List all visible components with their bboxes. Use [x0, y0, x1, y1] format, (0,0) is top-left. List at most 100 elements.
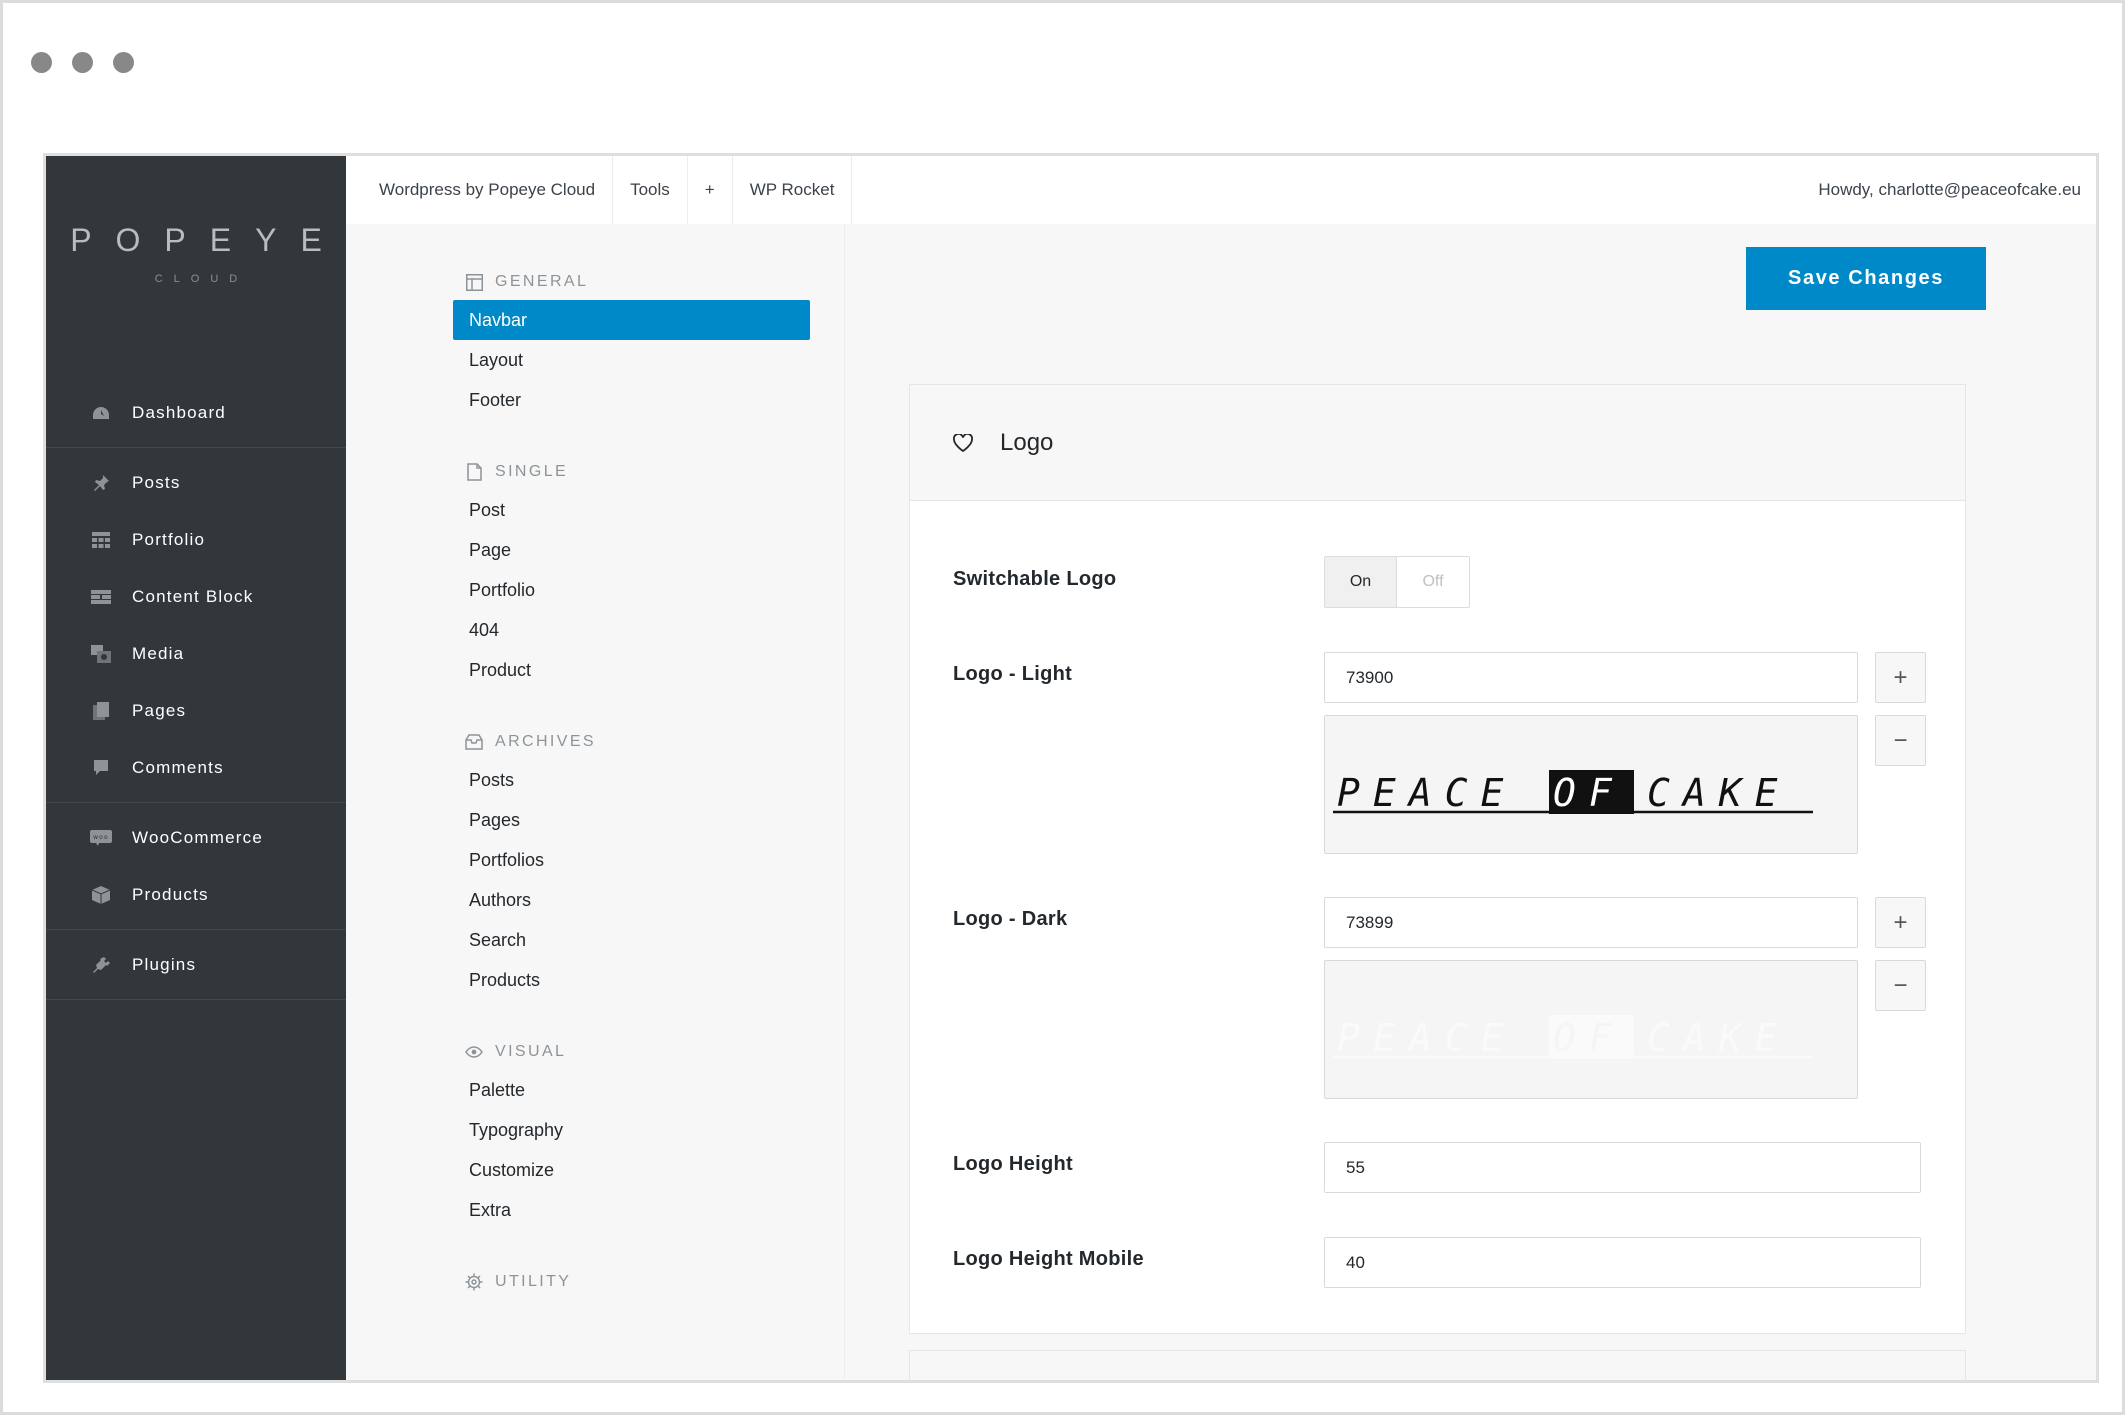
subnav-item-footer[interactable]: Footer: [453, 380, 810, 420]
plus-icon: +: [1893, 663, 1908, 691]
woo-icon: woo: [90, 829, 112, 847]
topbar-tools-link[interactable]: Tools: [613, 156, 688, 224]
layout-icon: [465, 273, 483, 291]
logo-height-mobile-input[interactable]: 40: [1324, 1237, 1921, 1288]
topbar-new-button[interactable]: +: [688, 156, 733, 224]
save-changes-button[interactable]: Save Changes: [1746, 247, 1986, 310]
card-title: Logo: [1000, 428, 1054, 456]
svg-text:CAKE: CAKE: [1647, 1016, 1791, 1060]
logo-dark-preview: PEACE OF CAKE: [1324, 960, 1858, 1099]
topbar-account-link[interactable]: Howdy, charlotte@peaceofcake.eu: [1818, 180, 2096, 200]
subnav-item-palette[interactable]: Palette: [453, 1070, 810, 1110]
sidebar-item-products[interactable]: Products: [46, 866, 346, 923]
admin-sidebar: POPEYE CLOUD Dashboard Posts Portfolio C…: [46, 156, 346, 1380]
dashboard-icon: [90, 404, 112, 422]
subnav-item-search[interactable]: Search: [453, 920, 810, 960]
brand-logo[interactable]: POPEYE CLOUD: [46, 222, 346, 285]
block-icon: [90, 588, 112, 606]
grid-icon: [90, 531, 112, 549]
logo-light-input[interactable]: 73900: [1324, 652, 1858, 703]
subnav-item-page[interactable]: Page: [453, 530, 810, 570]
svg-text:PEACE: PEACE: [1337, 771, 1516, 815]
subnav-item-post[interactable]: Post: [453, 490, 810, 530]
sidebar-divider: [46, 929, 346, 930]
subnav-item-navbar[interactable]: Navbar: [453, 300, 810, 340]
logo-dark-label: Logo - Dark: [953, 908, 1068, 930]
peace-of-cake-logo-dark: PEACE OF CAKE: [1333, 1015, 1813, 1060]
sidebar-item-label: Dashboard: [132, 402, 226, 422]
sidebar-item-plugins[interactable]: Plugins: [46, 936, 346, 993]
svg-text:woo: woo: [93, 834, 109, 841]
logo-height-label: Logo Height: [953, 1153, 1073, 1175]
sidebar-item-pages[interactable]: Pages: [46, 682, 346, 739]
svg-text:OF: OF: [1553, 771, 1625, 815]
sidebar-item-label: Comments: [132, 757, 224, 777]
switchable-logo-label: Switchable Logo: [953, 568, 1117, 590]
subnav-item-products[interactable]: Products: [453, 960, 810, 1000]
document-icon: [465, 463, 483, 481]
svg-text:PEACE: PEACE: [1337, 1016, 1516, 1060]
sidebar-item-label: Portfolio: [132, 529, 206, 549]
subnav-item-404[interactable]: 404: [453, 610, 810, 650]
subnav-item-authors[interactable]: Authors: [453, 880, 810, 920]
svg-text:OF: OF: [1553, 1016, 1625, 1060]
sidebar-item-woocommerce[interactable]: woo WooCommerce: [46, 809, 346, 866]
subnav-item-pages[interactable]: Pages: [453, 800, 810, 840]
sidebar-item-dashboard[interactable]: Dashboard: [46, 384, 346, 441]
subnav-item-product[interactable]: Product: [453, 650, 810, 690]
logo-light-label: Logo - Light: [953, 663, 1073, 685]
window-dot[interactable]: [72, 52, 93, 73]
logo-dark-input[interactable]: 73899: [1324, 897, 1858, 948]
pin-icon: [90, 474, 112, 492]
subnav-item-portfolio[interactable]: Portfolio: [453, 570, 810, 610]
subnav-item-typography[interactable]: Typography: [453, 1110, 810, 1150]
window-dot[interactable]: [31, 52, 52, 73]
section-visual: VISUAL: [417, 1034, 844, 1070]
sidebar-item-label: Plugins: [132, 954, 197, 974]
pages-icon: [90, 701, 112, 720]
settings-subnav: GENERAL Navbar Layout Footer SINGLE Post…: [417, 224, 845, 1380]
logo-light-add-button[interactable]: +: [1875, 652, 1926, 703]
sidebar-item-media[interactable]: Media: [46, 625, 346, 682]
switchable-logo-toggle[interactable]: On Off: [1324, 556, 1470, 608]
comment-icon: [90, 759, 112, 777]
svg-text:CAKE: CAKE: [1647, 771, 1791, 815]
subnav-item-customize[interactable]: Customize: [453, 1150, 810, 1190]
subnav-item-posts[interactable]: Posts: [453, 760, 810, 800]
section-utility: UTILITY: [417, 1264, 844, 1300]
section-title: ARCHIVES: [495, 733, 596, 750]
plus-icon: +: [1893, 908, 1908, 936]
logo-light-preview: PEACE OF CAKE: [1324, 715, 1858, 854]
logo-dark-remove-button[interactable]: −: [1875, 960, 1926, 1011]
media-icon: [90, 644, 112, 663]
section-title: GENERAL: [495, 273, 589, 290]
sidebar-item-posts[interactable]: Posts: [46, 454, 346, 511]
logo-dark-add-button[interactable]: +: [1875, 897, 1926, 948]
logo-height-input[interactable]: 55: [1324, 1142, 1921, 1193]
subnav-item-extra[interactable]: Extra: [453, 1190, 810, 1230]
eye-icon: [465, 1043, 483, 1061]
sidebar-item-content-block[interactable]: Content Block: [46, 568, 346, 625]
toggle-on-option[interactable]: On: [1325, 557, 1397, 607]
gear-icon: [465, 1273, 483, 1291]
topbar-wp-rocket-link[interactable]: WP Rocket: [733, 156, 853, 224]
toggle-off-option[interactable]: Off: [1397, 557, 1469, 607]
card-header: Logo: [910, 385, 1965, 501]
window-dot[interactable]: [113, 52, 134, 73]
sidebar-item-label: Media: [132, 643, 185, 663]
minus-icon: −: [1893, 971, 1908, 999]
topbar-site-link[interactable]: Wordpress by Popeye Cloud: [346, 156, 614, 224]
section-title: SINGLE: [495, 463, 569, 480]
settings-panel: GENERAL Navbar Layout Footer SINGLE Post…: [417, 224, 2030, 1380]
brand-sub: CLOUD: [154, 273, 249, 285]
logo-height-mobile-label: Logo Height Mobile: [953, 1248, 1144, 1270]
box-icon: [90, 885, 112, 904]
subnav-item-portfolios[interactable]: Portfolios: [453, 840, 810, 880]
logo-light-remove-button[interactable]: −: [1875, 715, 1926, 766]
minus-icon: −: [1893, 726, 1908, 754]
sidebar-item-label: Products: [132, 884, 209, 904]
sidebar-item-comments[interactable]: Comments: [46, 739, 346, 796]
subnav-item-layout[interactable]: Layout: [453, 340, 810, 380]
brand-name: POPEYE: [70, 222, 346, 258]
sidebar-item-portfolio[interactable]: Portfolio: [46, 511, 346, 568]
